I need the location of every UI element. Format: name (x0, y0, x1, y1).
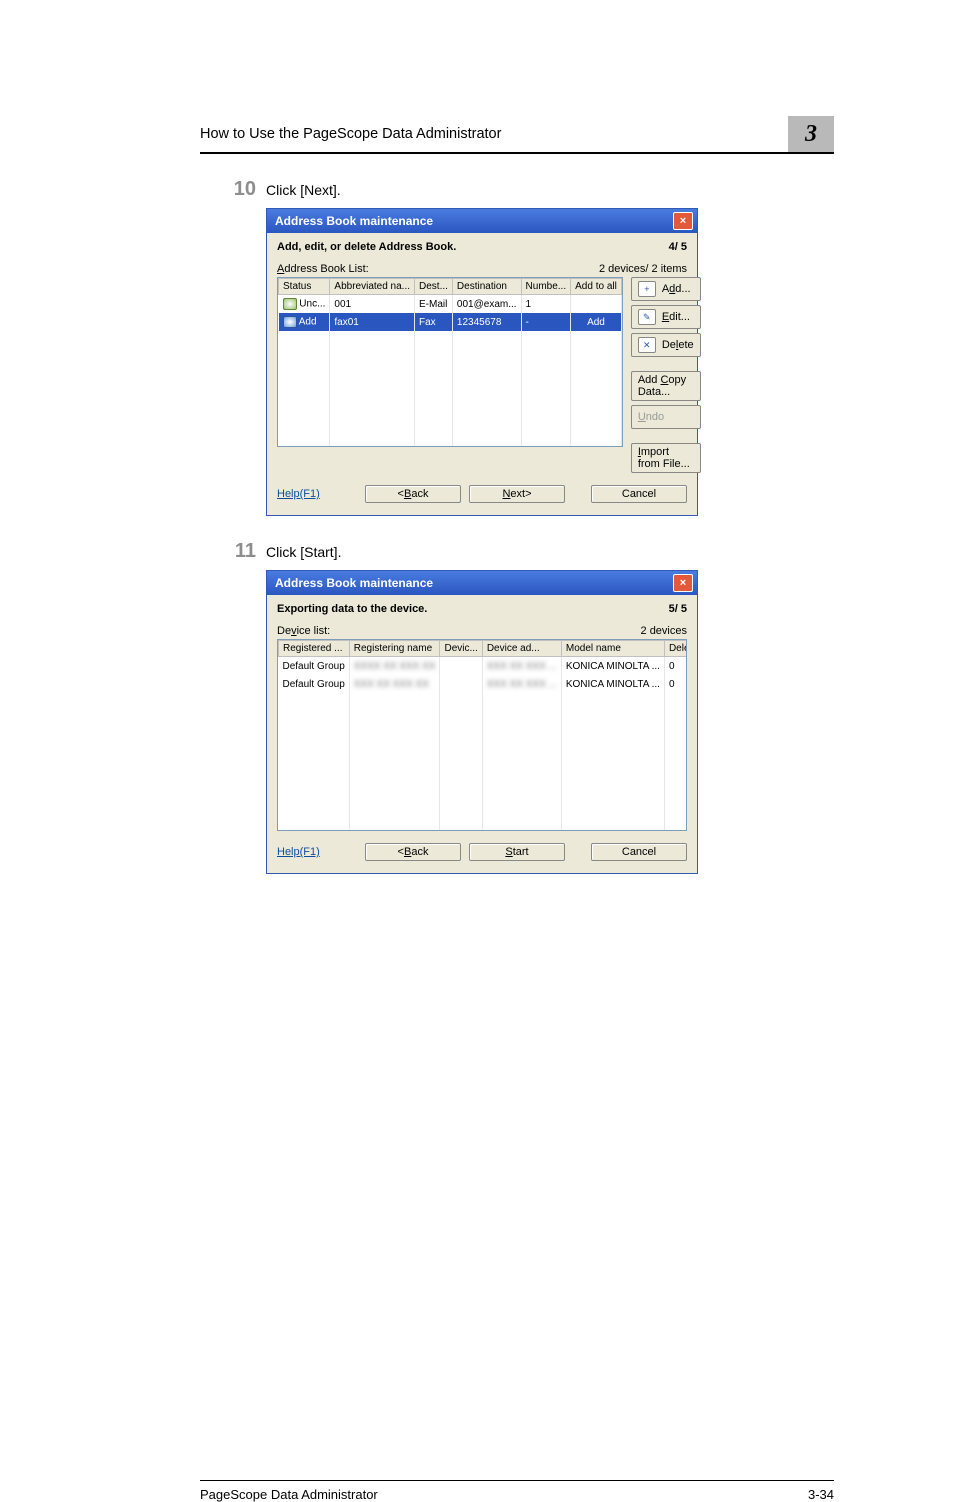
header-title: How to Use the PageScope Data Administra… (200, 126, 788, 146)
redacted-text: XXX XX XXX ... (487, 679, 557, 690)
col-status[interactable]: Status (279, 279, 330, 295)
table-row[interactable]: Default Group XXXX XX XXX XX XXX XX XXX … (279, 657, 688, 676)
delete-icon: ✕ (638, 337, 656, 353)
close-icon[interactable]: × (673, 574, 693, 592)
col-delete[interactable]: Delete (664, 641, 687, 657)
add-button[interactable]: + Add... (631, 277, 701, 301)
next-button[interactable]: Next> (469, 485, 565, 503)
chapter-tab: 3 (788, 116, 834, 152)
redacted-text: XXX XX XXX ... (487, 661, 557, 672)
dialog5-counter: 2 devices (641, 625, 687, 637)
start-button[interactable]: Start (469, 843, 565, 861)
redacted-text: XXX XX XXX XX (354, 679, 429, 690)
col-device[interactable]: Devic... (440, 641, 482, 657)
dialog5-subtitle: Exporting data to the device. (277, 603, 427, 615)
status-add-icon (283, 316, 297, 328)
footer-left: PageScope Data Administrator (200, 1487, 378, 1502)
delete-button[interactable]: ✕ Delete (631, 333, 701, 357)
back-button[interactable]: <Back (365, 485, 461, 503)
col-registered[interactable]: Registered ... (279, 641, 350, 657)
edit-icon: ✎ (638, 309, 656, 325)
back-button[interactable]: <Back (365, 843, 461, 861)
step-10-number: 10 (200, 178, 266, 200)
dialog5-title: Address Book maintenance (275, 576, 673, 590)
step-11-number: 11 (200, 540, 266, 562)
redacted-text: XXXX XX XXX XX (354, 661, 436, 672)
help-link[interactable]: Help(F1) (277, 846, 357, 858)
dialog4-title: Address Book maintenance (275, 214, 673, 228)
help-link[interactable]: Help(F1) (277, 488, 357, 500)
cancel-button[interactable]: Cancel (591, 485, 687, 503)
undo-button: Undo (631, 405, 701, 429)
col-device-addr[interactable]: Device ad... (482, 641, 561, 657)
close-icon[interactable]: × (673, 212, 693, 230)
step-11-text: Click [Start]. (266, 540, 834, 560)
cancel-button[interactable]: Cancel (591, 843, 687, 861)
col-addtoall[interactable]: Add to all (571, 279, 622, 295)
col-model-name[interactable]: Model name (561, 641, 664, 657)
import-from-file-button[interactable]: Import from File... (631, 443, 701, 473)
dialog4-subtitle: Add, edit, or delete Address Book. (277, 241, 456, 253)
col-abbr[interactable]: Abbreviated na... (330, 279, 415, 295)
table-row[interactable]: Add fax01 Fax 12345678 - Add (279, 313, 622, 331)
edit-button[interactable]: ✎ Edit... (631, 305, 701, 329)
dialog-address-book-step5: Address Book maintenance × Exporting dat… (266, 570, 698, 874)
dialog4-list-label: ddress Book List: (284, 263, 368, 275)
col-dest[interactable]: Dest... (415, 279, 453, 295)
step-10-text: Click [Next]. (266, 178, 834, 198)
device-list[interactable]: Registered ... Registering name Devic...… (277, 639, 687, 831)
dialog5-page-indicator: 5/ 5 (669, 603, 687, 615)
dialog4-counter: 2 devices/ 2 items (599, 263, 687, 275)
col-destination[interactable]: Destination (452, 279, 521, 295)
add-icon: + (638, 281, 656, 297)
table-row[interactable]: Unc... 001 E-Mail 001@exam... 1 (279, 295, 622, 314)
dialog-address-book-step4: Address Book maintenance × Add, edit, or… (266, 208, 698, 516)
address-book-list[interactable]: Status Abbreviated na... Dest... Destina… (277, 277, 623, 447)
col-number[interactable]: Numbe... (521, 279, 571, 295)
dialog4-page-indicator: 4/ 5 (669, 241, 687, 253)
add-copy-data-button[interactable]: Add Copy Data... (631, 371, 701, 401)
status-unchanged-icon (283, 298, 297, 310)
table-row[interactable]: Default Group XXX XX XXX XX XXX XX XXX .… (279, 675, 688, 693)
footer-right: 3-34 (808, 1487, 834, 1502)
col-registering-name[interactable]: Registering name (349, 641, 440, 657)
